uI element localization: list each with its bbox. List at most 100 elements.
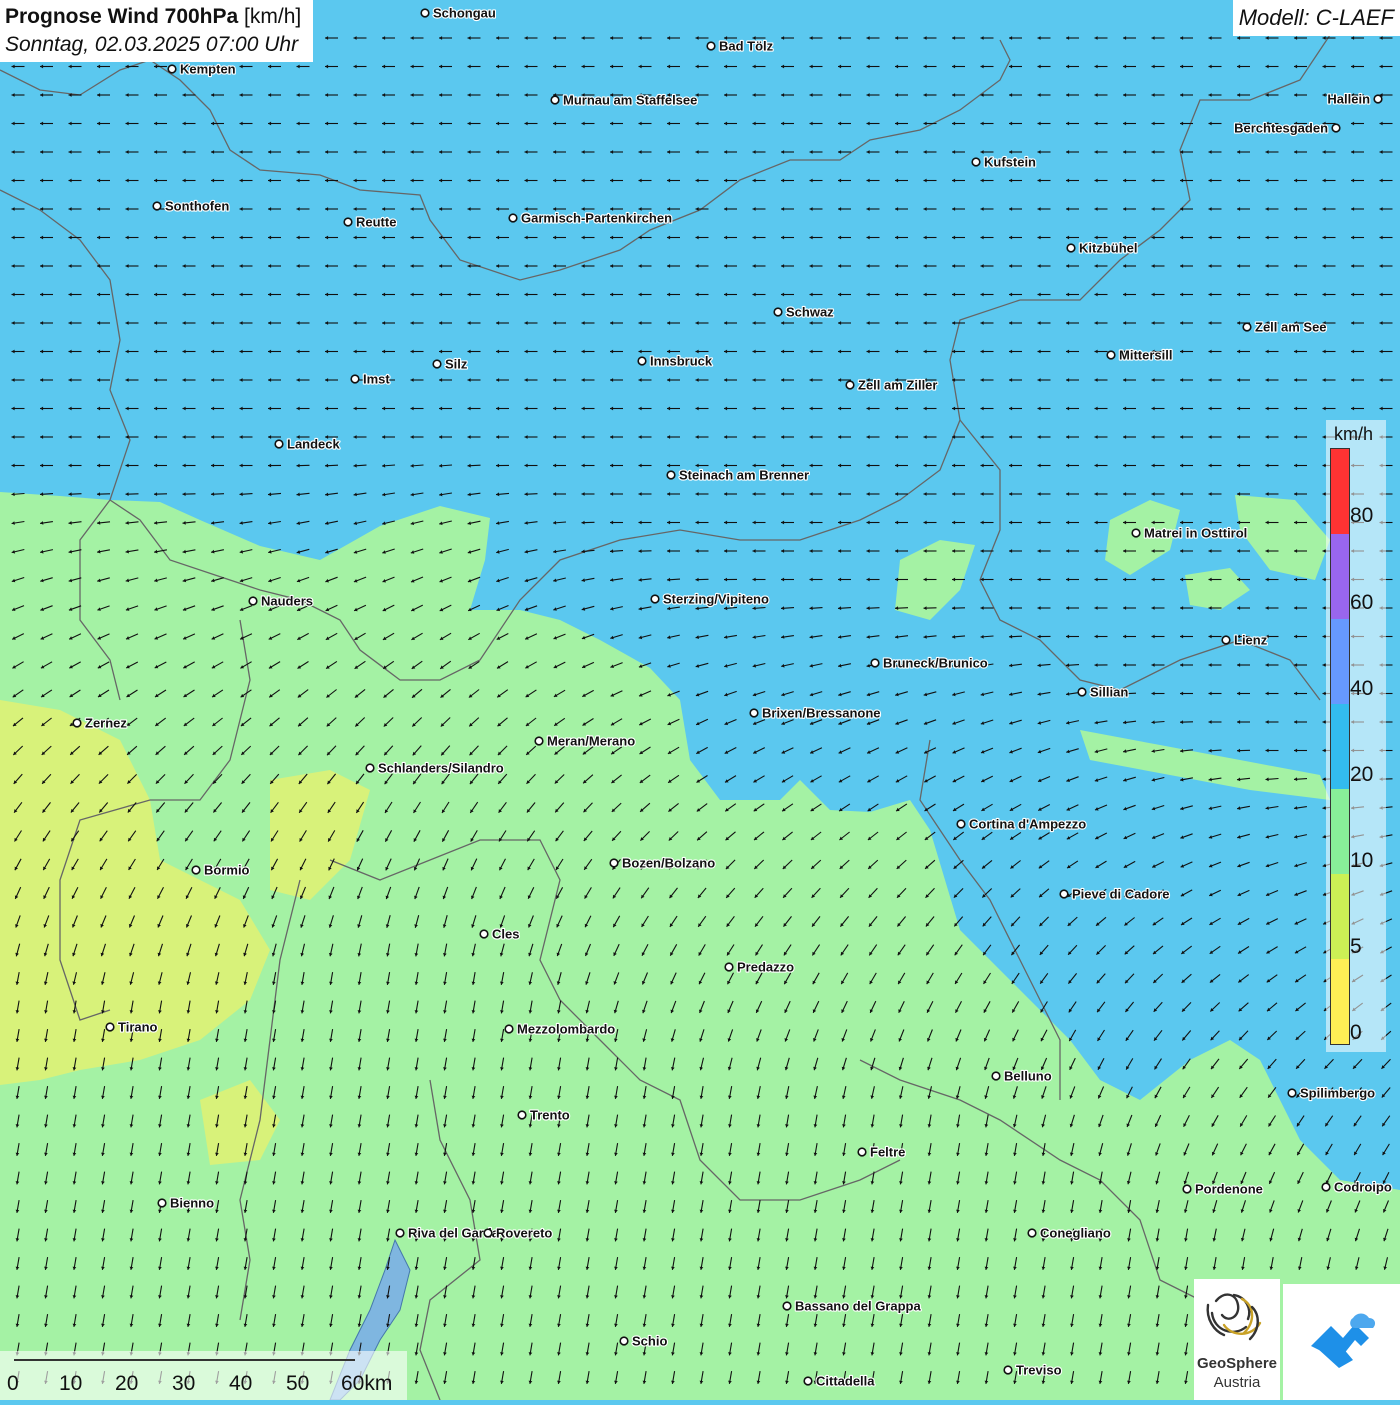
wind-map: SchongauBad TölzKemptenMurnau am Staffel… [0,0,1400,1400]
legend-swatch-2 [1331,619,1349,704]
scale-tick-60: 60km [341,1372,392,1396]
map-title-unit: [km/h] [244,5,301,28]
city-label: Kempten [180,62,236,77]
city-label: Bienno [170,1196,214,1211]
city-marker[interactable]: Schongau [421,6,496,21]
city-marker[interactable]: Garmisch-Partenkirchen [509,211,672,226]
city-dot [638,357,646,365]
city-dot [518,1111,526,1119]
city-label: Cittadella [816,1374,875,1389]
legend-unit: km/h [1334,424,1373,445]
city-dot [106,1023,114,1031]
city-dot [344,218,352,226]
legend-swatch-5 [1331,874,1349,959]
legend-swatch-6 [1331,959,1349,1044]
scale-tick-0: 0 [7,1372,19,1396]
city-label: Feltre [870,1145,905,1160]
city-dot [1078,688,1086,696]
city-dot [1132,529,1140,537]
city-marker[interactable]: Meran/Merano [535,734,635,749]
scale-tick-30: 30 [172,1372,195,1396]
city-dot [1322,1183,1330,1191]
city-label: Steinach am Brenner [679,468,809,483]
city-marker[interactable]: Sterzing/Vipiteno [651,592,769,607]
city-label: Pieve di Cadore [1072,887,1170,902]
city-dot [1374,95,1382,103]
city-marker[interactable]: Steinach am Brenner [667,468,809,483]
city-marker[interactable]: Matrei in Osttirol [1132,526,1247,541]
city-dot [158,1199,166,1207]
legend-tick-5: 5 [1350,935,1362,959]
legend-tick-10: 10 [1350,849,1373,873]
city-marker[interactable]: Pieve di Cadore [1060,887,1169,902]
city-marker[interactable]: Zell am Ziller [846,378,937,393]
legend-tick-60: 60 [1350,591,1373,615]
city-label: Mittersill [1119,348,1172,363]
city-label: Reutte [356,215,396,230]
city-marker[interactable]: Spilimbergo [1288,1086,1375,1101]
city-marker[interactable]: Murnau am Staffelsee [551,93,697,108]
city-marker[interactable]: Berchtesgaden [1234,121,1340,136]
city-marker[interactable]: Zell am See [1243,320,1326,335]
city-marker[interactable]: Cortina d'Ampezzo [957,817,1086,832]
city-label: Treviso [1016,1363,1062,1378]
city-label: Codroipo [1334,1180,1392,1195]
city-marker[interactable]: Bassano del Grappa [783,1299,921,1314]
city-dot [433,360,441,368]
city-label: Lienz [1234,633,1268,648]
color-legend: km/h 80 60 40 20 10 5 0 [1326,420,1386,1052]
city-dot [1332,124,1340,132]
geosphere-country: Austria [1194,1374,1280,1391]
city-label: Schwaz [786,305,834,320]
city-label: Sonthofen [165,199,229,214]
weather-app-logo[interactable] [1283,1284,1400,1400]
city-dot [774,308,782,316]
city-marker[interactable]: Bozen/Bolzano [610,856,715,871]
city-marker[interactable]: Sonthofen [153,199,229,214]
city-marker[interactable]: Brixen/Bressanone [750,706,880,721]
city-marker[interactable]: Mezzolombardo [505,1022,615,1037]
map-subtitle: Sonntag, 02.03.2025 07:00 Uhr [5,31,301,59]
city-label: Bruneck/Brunico [883,656,988,671]
map-title: Prognose Wind 700hPa [km/h] [5,3,301,31]
city-label: Brixen/Bressanone [762,706,881,721]
city-marker[interactable]: Bruneck/Brunico [871,656,988,671]
city-dot [610,859,618,867]
city-dot [804,1377,812,1385]
city-marker[interactable]: Conegliano [1028,1226,1111,1241]
city-dot [551,96,559,104]
city-dot [421,9,429,17]
city-label: Pordenone [1195,1182,1263,1197]
city-dot [651,595,659,603]
city-dot [858,1148,866,1156]
city-label: Zell am Ziller [858,378,937,393]
city-label: Meran/Merano [547,734,635,749]
city-marker[interactable]: Innsbruck [638,354,713,369]
city-dot [871,659,879,667]
city-dot [1222,636,1230,644]
city-label: Hallein [1327,92,1370,107]
city-label: Silz [445,357,468,372]
city-dot [168,65,176,73]
city-marker[interactable]: Schlanders/Silandro [366,761,504,776]
city-dot [846,381,854,389]
city-label: Imst [363,372,390,387]
city-dot [396,1229,404,1237]
legend-tick-80: 80 [1350,504,1373,528]
city-label: Trento [530,1108,570,1123]
scale-bar: 0 10 20 30 40 50 60km [0,1351,407,1400]
legend-tick-20: 20 [1350,763,1373,787]
city-label: Murnau am Staffelsee [563,93,697,108]
city-dot [480,930,488,938]
city-dot [505,1025,513,1033]
legend-swatch-1 [1331,534,1349,619]
city-dot [972,158,980,166]
geosphere-logo[interactable]: GeoSphere Austria [1194,1279,1280,1400]
city-dot [351,375,359,383]
city-marker[interactable]: Pordenone [1183,1182,1263,1197]
city-dot [992,1072,1000,1080]
city-label: Spilimbergo [1300,1086,1375,1101]
city-dot [535,737,543,745]
city-dot [73,719,81,727]
city-label: Cortina d'Ampezzo [969,817,1086,832]
